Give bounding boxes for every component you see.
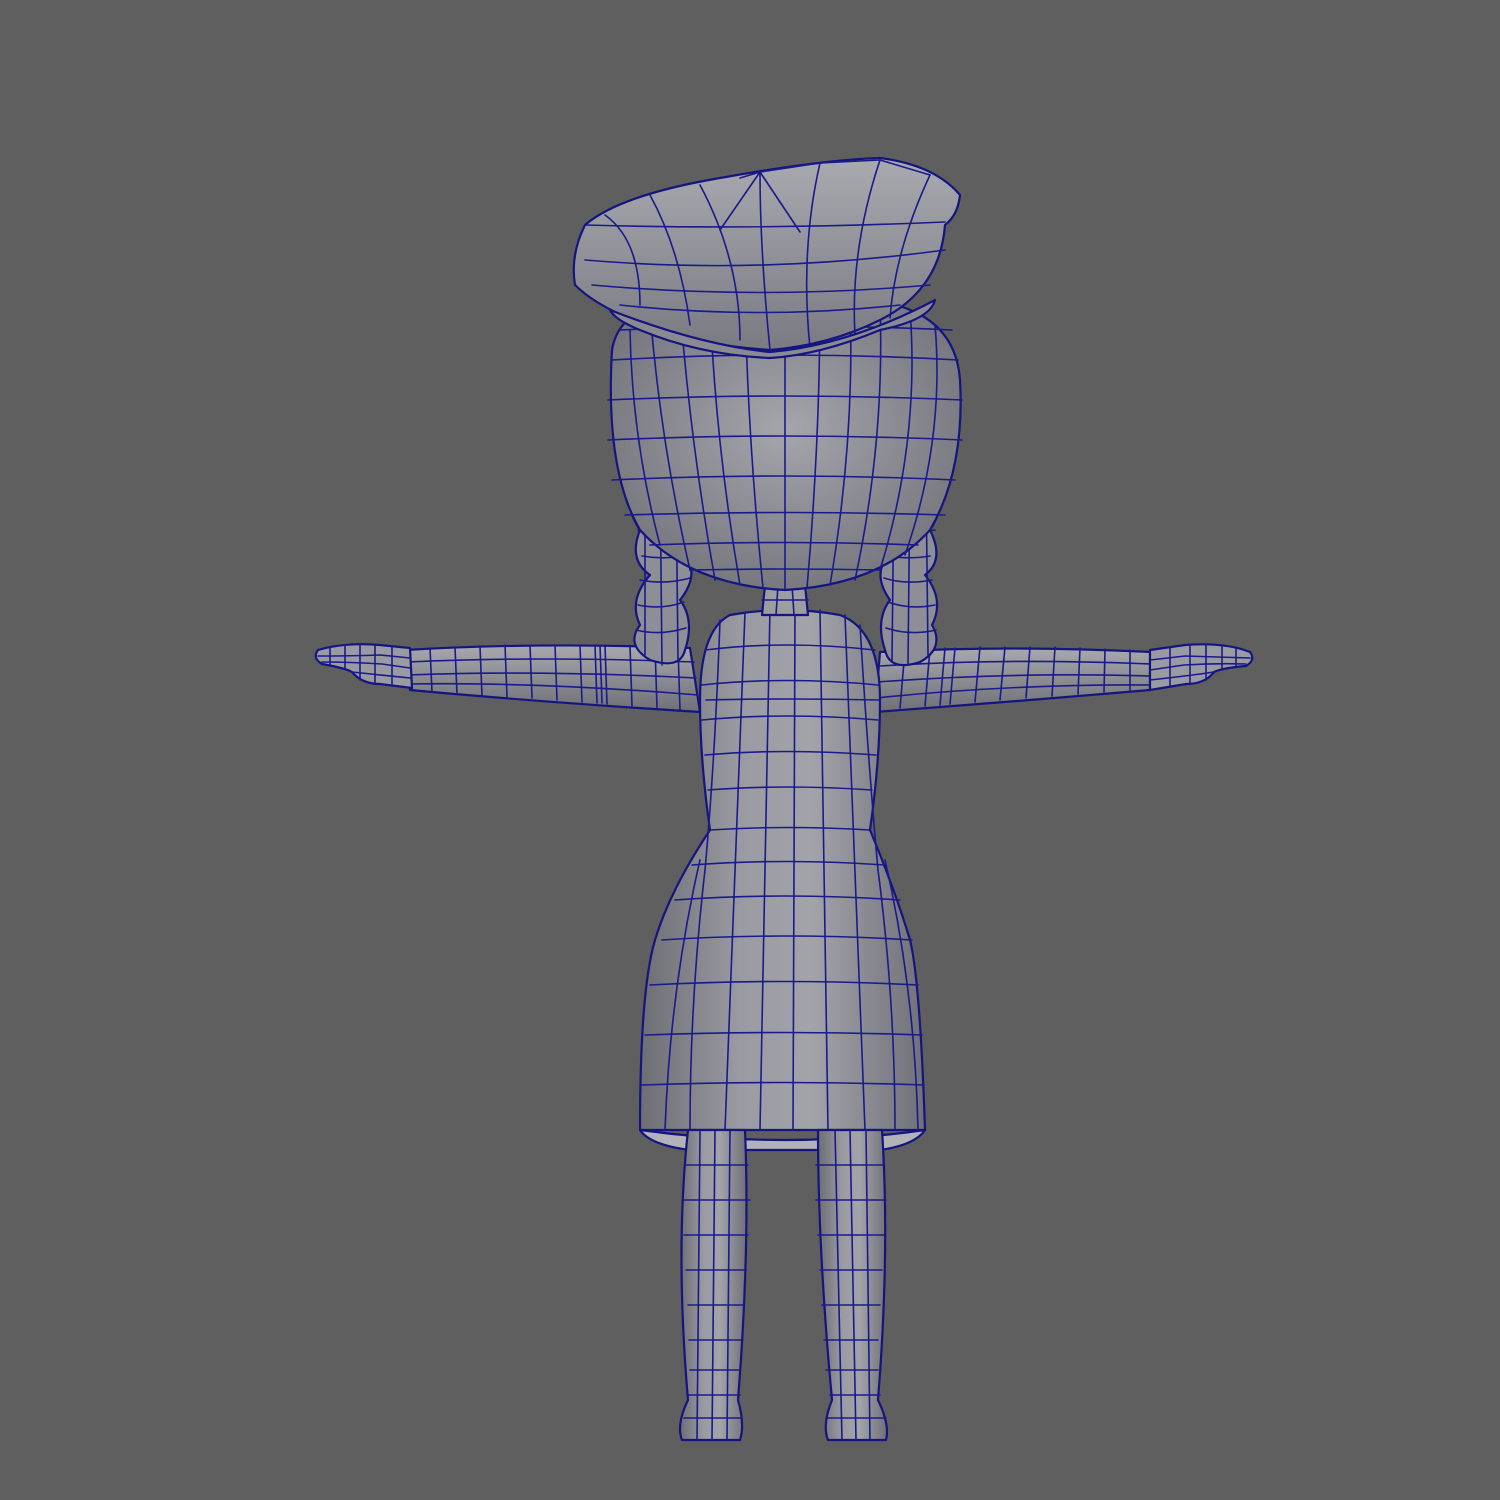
viewport-canvas xyxy=(314,156,1254,1442)
right-hand-mesh[interactable] xyxy=(1148,643,1254,692)
3d-viewport[interactable] xyxy=(0,0,1500,1500)
left-leg-mesh[interactable] xyxy=(678,1128,751,1442)
right-leg-mesh[interactable] xyxy=(815,1128,889,1442)
left-hand-mesh[interactable] xyxy=(314,643,414,690)
